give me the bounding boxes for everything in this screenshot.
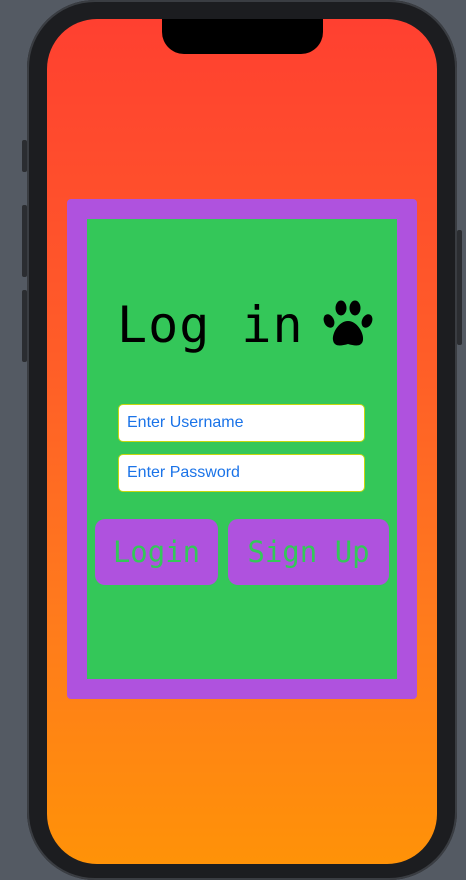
password-input[interactable] [118,454,365,492]
page-title: Log in [117,296,304,354]
notch [162,19,323,54]
volume-down-button [22,290,27,362]
mute-switch [22,140,27,172]
title-row: Log in [117,299,374,351]
username-input[interactable] [118,404,365,442]
login-card: Log in Login Sign Up [87,219,397,679]
screen: Log in Login Sign Up [47,19,437,864]
sign-up-button[interactable]: Sign Up [228,519,389,585]
login-button[interactable]: Login [95,519,218,585]
paw-icon [323,300,373,346]
volume-up-button [22,205,27,277]
login-card-border: Log in Login Sign Up [67,199,417,699]
power-button [457,230,462,345]
